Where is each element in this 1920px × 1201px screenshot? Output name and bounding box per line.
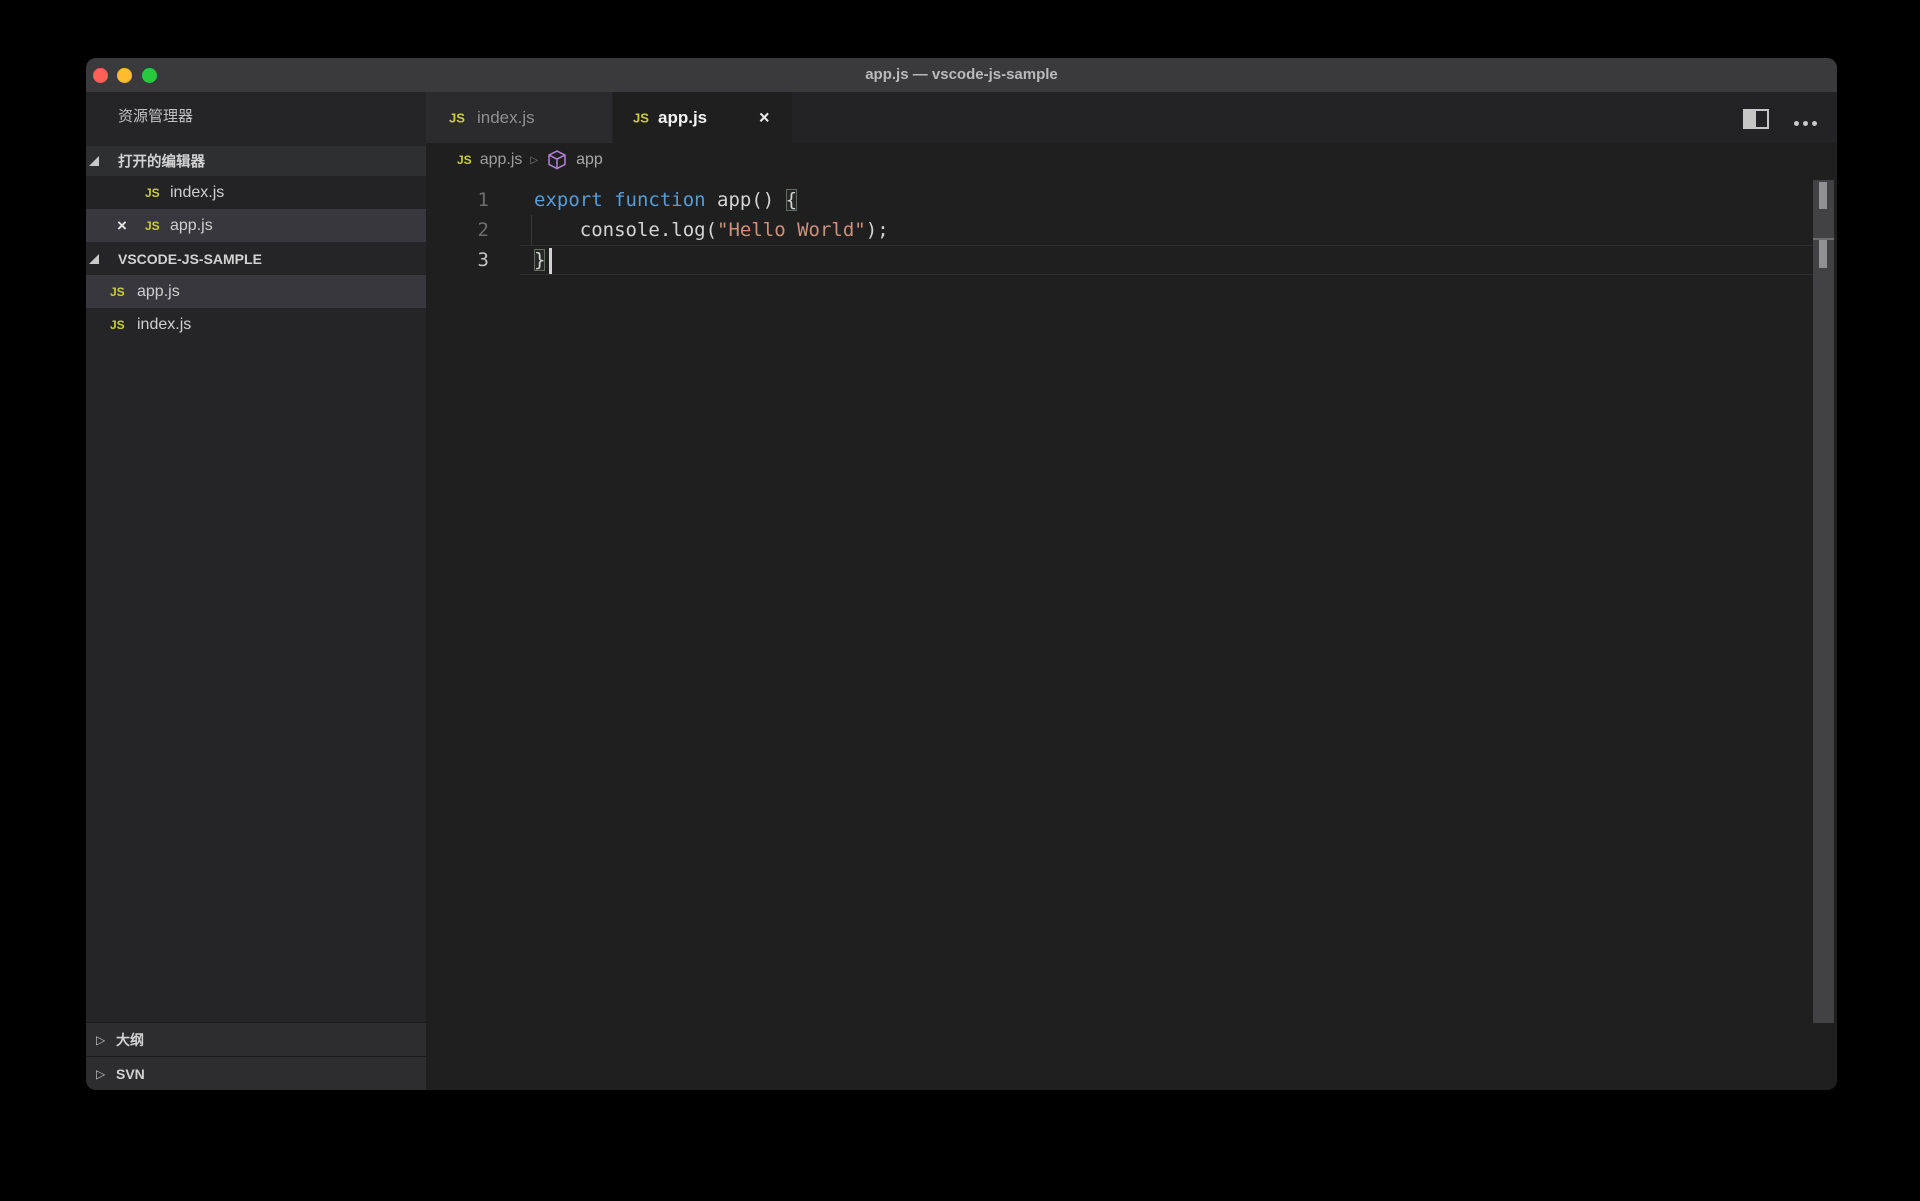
overview-ruler-mark [1819,182,1827,209]
twistie-expanded-icon [89,156,99,166]
vscode-window: app.js — vscode-js-sample 资源管理器 打开的编辑器 J… [86,58,1837,1090]
tab-label: index.js [477,108,535,128]
js-file-icon: JS [145,186,160,200]
tab-label: app.js [658,108,707,128]
open-editor-filename: index.js [170,184,224,202]
tab-appjs-active[interactable]: JS app.js × [613,92,792,143]
project-section-header[interactable]: VSCODE-JS-SAMPLE [86,242,426,275]
explorer-sidebar: 资源管理器 打开的编辑器 JS index.js × JS app.js VSC… [86,92,426,1090]
editor-group: JS index.js JS app.js × JS app.js ▷ [426,92,1837,1090]
file-name: index.js [137,316,191,334]
scrollbar[interactable] [1813,180,1834,1023]
file-item-indexjs[interactable]: JS index.js [86,308,426,341]
code-line-3[interactable]: 3 } [426,245,1837,275]
text-cursor [549,248,552,274]
chevron-right-icon: ▷ [530,155,538,166]
twistie-collapsed-icon: ▷ [96,1067,105,1081]
file-name: app.js [137,283,180,301]
js-file-icon: JS [449,110,465,125]
outline-label: 大纲 [116,1030,144,1050]
open-editors-section-header[interactable]: 打开的编辑器 [86,146,426,176]
tab-bar: JS index.js JS app.js × [426,92,1837,143]
title-bar: app.js — vscode-js-sample [86,58,1837,92]
split-editor-icon[interactable] [1743,109,1769,129]
line-number: 3 [426,245,489,275]
sidebar-title: 资源管理器 [118,105,193,126]
breadcrumb-file[interactable]: app.js [480,151,523,169]
js-file-icon: JS [110,285,125,299]
twistie-expanded-icon [89,254,99,264]
code-line-2[interactable]: 2 console.log("Hello World"); [426,215,1837,245]
overview-ruler-mark [1819,240,1827,268]
project-folder-label: VSCODE-JS-SAMPLE [118,251,262,267]
matched-bracket: } [534,249,545,271]
open-editor-item-appjs[interactable]: × JS app.js [86,209,426,242]
js-file-icon: JS [633,110,649,125]
line-number: 2 [426,215,489,245]
open-editors-label: 打开的编辑器 [118,151,205,172]
breadcrumb-symbol[interactable]: app [576,151,603,169]
close-tab-icon[interactable]: × [759,107,770,128]
symbol-namespace-icon [546,149,568,171]
split-editor-fill [1745,111,1756,127]
js-file-icon: JS [457,153,472,167]
window-title: app.js — vscode-js-sample [86,58,1837,92]
line-number: 1 [426,185,489,215]
matched-bracket: { [786,189,797,211]
svn-label: SVN [116,1066,145,1082]
more-actions-icon[interactable] [1794,121,1817,126]
code-text: export function app() { [534,185,797,215]
outline-section-header[interactable]: ▷ 大纲 [86,1022,426,1056]
open-editor-item-indexjs[interactable]: JS index.js [86,176,426,209]
close-editor-icon[interactable]: × [117,216,127,236]
js-file-icon: JS [110,318,125,332]
tab-indexjs[interactable]: JS index.js [426,92,612,143]
breadcrumb: JS app.js ▷ app [426,143,1837,177]
twistie-collapsed-icon: ▷ [96,1033,105,1047]
svn-section-header[interactable]: ▷ SVN [86,1056,426,1090]
open-editor-filename: app.js [170,217,213,235]
file-item-appjs[interactable]: JS app.js [86,275,426,308]
js-file-icon: JS [145,219,160,233]
code-line-1[interactable]: 1 export function app() { [426,185,1837,215]
code-text: } [534,245,545,275]
code-text: console.log("Hello World"); [534,215,889,245]
